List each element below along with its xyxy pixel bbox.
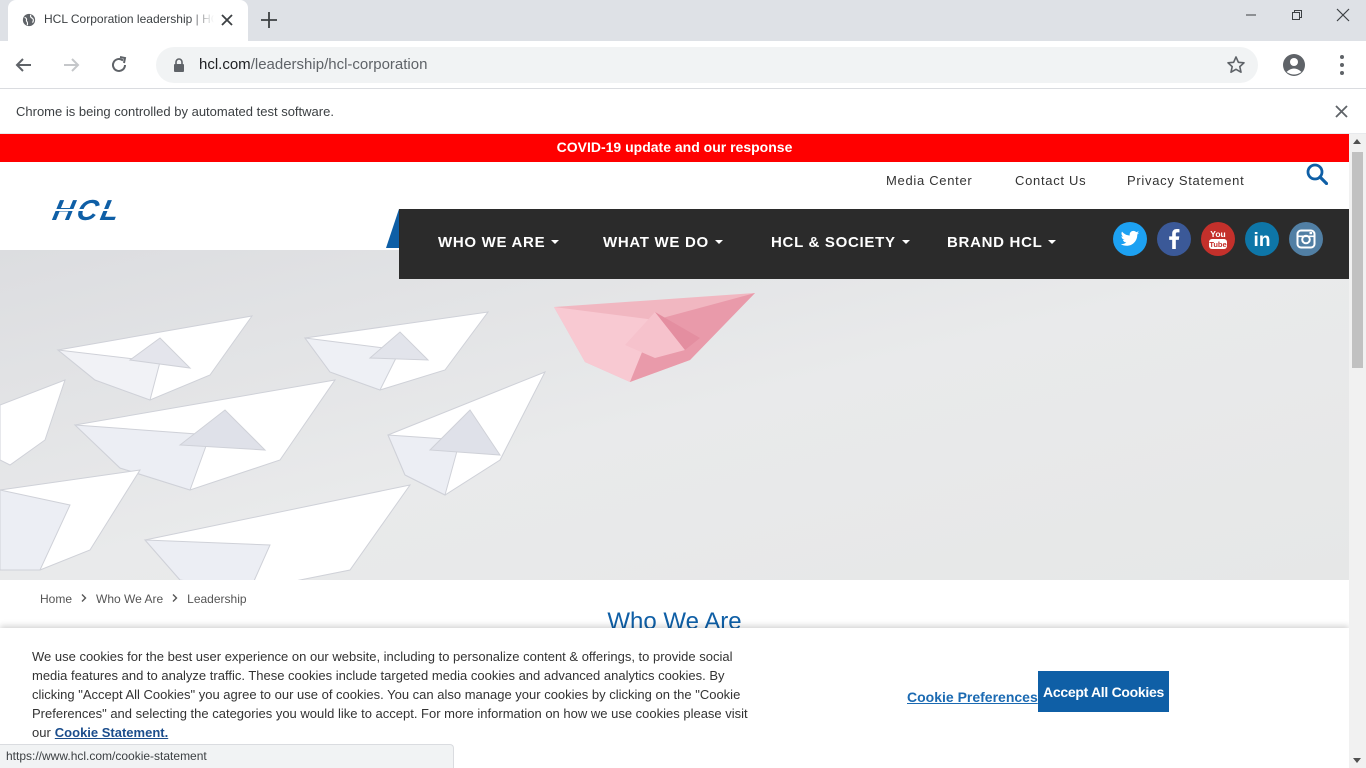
tab-strip: HCL Corporation leadership | HCL Corpora… bbox=[0, 0, 1366, 41]
forward-button[interactable] bbox=[59, 53, 83, 77]
main-nav: WHO WE ARE WHAT WE DO HCL & SOCIETY BRAN… bbox=[399, 209, 1349, 279]
status-url: https://www.hcl.com/cookie-statement bbox=[6, 749, 207, 763]
infobar-message: Chrome is being controlled by automated … bbox=[16, 104, 334, 119]
nav-hcl-society[interactable]: HCL & SOCIETY bbox=[771, 234, 910, 251]
privacy-statement-link[interactable]: Privacy Statement bbox=[1127, 173, 1244, 188]
minimize-icon bbox=[1246, 14, 1256, 16]
instagram-icon[interactable] bbox=[1289, 222, 1323, 256]
minimize-button[interactable] bbox=[1228, 0, 1274, 30]
twitter-icon[interactable] bbox=[1113, 222, 1147, 256]
restore-icon bbox=[1292, 10, 1302, 20]
url-host: hcl.com bbox=[199, 56, 251, 73]
nav-label: WHO WE ARE bbox=[438, 234, 546, 251]
covid-banner: COVID-19 update and our response bbox=[0, 134, 1349, 162]
chevron-right-icon bbox=[81, 594, 87, 602]
nav-who-we-are[interactable]: WHO WE ARE bbox=[438, 234, 560, 251]
arrow-right-icon bbox=[64, 58, 80, 72]
hcl-logo[interactable]: HCL bbox=[50, 198, 185, 222]
cookie-preferences-link[interactable]: Cookie Preferences bbox=[907, 689, 1038, 705]
close-tab-icon[interactable] bbox=[219, 12, 235, 28]
close-icon bbox=[1336, 8, 1350, 22]
nav-label: HCL & SOCIETY bbox=[771, 234, 896, 251]
nav-brand-hcl[interactable]: BRAND HCL bbox=[947, 234, 1057, 251]
search-icon[interactable] bbox=[1306, 163, 1328, 185]
youtube-icon[interactable]: You Tube bbox=[1201, 222, 1235, 256]
more-menu-icon[interactable] bbox=[1332, 53, 1352, 77]
bookmark-star-icon[interactable] bbox=[1226, 55, 1246, 75]
media-center-link[interactable]: Media Center bbox=[886, 173, 972, 188]
url-text[interactable]: hcl.com/leadership/hcl-corporation bbox=[199, 56, 427, 73]
nav-what-we-do[interactable]: WHAT WE DO bbox=[603, 234, 723, 251]
status-bar: https://www.hcl.com/cookie-statement bbox=[0, 744, 454, 768]
scroll-thumb[interactable] bbox=[1352, 152, 1363, 368]
new-tab-icon[interactable] bbox=[259, 10, 279, 30]
nav-label: WHAT WE DO bbox=[603, 234, 709, 251]
restore-button[interactable] bbox=[1274, 0, 1320, 30]
scroll-down-icon[interactable] bbox=[1353, 758, 1361, 763]
covid-update-link[interactable]: COVID-19 update and our response bbox=[557, 137, 793, 157]
contact-us-link[interactable]: Contact Us bbox=[1015, 173, 1086, 188]
hero-image bbox=[0, 250, 1349, 580]
svg-text:in: in bbox=[1254, 230, 1271, 249]
linkedin-icon[interactable]: in bbox=[1245, 222, 1279, 256]
chevron-right-icon bbox=[172, 594, 178, 602]
close-icon[interactable] bbox=[1334, 104, 1349, 119]
breadcrumb: Home Who We Are Leadership bbox=[40, 591, 247, 606]
reload-button[interactable] bbox=[107, 53, 131, 77]
lock-icon[interactable] bbox=[173, 58, 185, 72]
nav-label: BRAND HCL bbox=[947, 234, 1043, 251]
cookie-message: We use cookies for the best user experie… bbox=[32, 647, 752, 742]
browser-tab[interactable]: HCL Corporation leadership | HCL Corpora… bbox=[8, 0, 248, 41]
profile-icon[interactable] bbox=[1282, 53, 1306, 77]
page-scrollbar[interactable] bbox=[1349, 134, 1366, 768]
browser-toolbar: hcl.com/leadership/hcl-corporation bbox=[0, 41, 1366, 89]
facebook-icon[interactable] bbox=[1157, 222, 1191, 256]
scroll-up-icon[interactable] bbox=[1353, 139, 1361, 144]
automation-infobar: Chrome is being controlled by automated … bbox=[0, 89, 1366, 134]
caret-down-icon bbox=[1048, 240, 1057, 244]
url-path: /leadership/hcl-corporation bbox=[250, 56, 428, 73]
cookie-statement-link[interactable]: Cookie Statement. bbox=[55, 725, 168, 740]
paper-boats-illustration bbox=[0, 250, 1349, 580]
globe-icon bbox=[22, 13, 36, 27]
page-viewport: COVID-19 update and our response Media C… bbox=[0, 134, 1349, 768]
caret-down-icon bbox=[714, 240, 723, 244]
accept-all-cookies-button[interactable]: Accept All Cookies bbox=[1038, 671, 1169, 712]
address-bar[interactable]: hcl.com/leadership/hcl-corporation bbox=[156, 47, 1258, 83]
breadcrumb-leadership: Leadership bbox=[187, 591, 247, 606]
svg-text:You: You bbox=[1210, 229, 1225, 239]
back-button[interactable] bbox=[12, 53, 36, 77]
tab-title: HCL Corporation leadership | HCL Corpora… bbox=[44, 12, 214, 26]
caret-down-icon bbox=[901, 240, 910, 244]
svg-text:Tube: Tube bbox=[1209, 240, 1226, 249]
breadcrumb-who-we-are[interactable]: Who We Are bbox=[96, 592, 163, 606]
caret-down-icon bbox=[551, 240, 560, 244]
breadcrumb-home[interactable]: Home bbox=[40, 592, 72, 606]
arrow-left-icon bbox=[15, 58, 31, 72]
reload-icon bbox=[112, 56, 127, 72]
close-window-button[interactable] bbox=[1320, 0, 1366, 30]
